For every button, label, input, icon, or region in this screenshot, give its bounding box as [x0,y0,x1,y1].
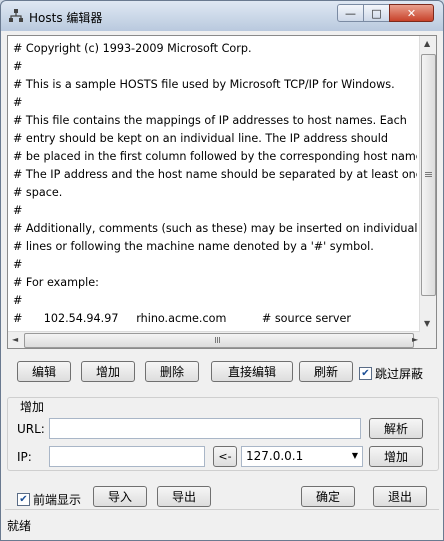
hosts-line[interactable]: # The IP address and the host name shoul… [13,166,417,184]
minimize-button[interactable]: — [337,4,364,22]
parse-button[interactable]: 解析 [369,418,423,439]
hosts-line[interactable]: # be placed in the first column followed… [13,148,417,166]
horizontal-scroll-thumb[interactable] [24,333,414,348]
copy-ip-button[interactable]: <- [213,446,237,467]
url-input[interactable] [49,418,361,439]
import-button[interactable]: 导入 [93,486,147,507]
maximize-button[interactable]: □ [363,4,390,22]
scroll-corner [420,332,436,348]
hosts-line[interactable]: # entry should be kept on an individual … [13,130,417,148]
delete-button[interactable]: 删除 [145,361,199,382]
add-entry-button[interactable]: 增加 [81,361,135,382]
skip-screen-checkbox[interactable]: ✔ 跳过屏蔽 [359,365,423,382]
scroll-up-icon[interactable]: ▲ [424,39,430,48]
status-bar: 就绪 [5,509,439,539]
check-icon[interactable]: ✔ [359,367,372,380]
hosts-line[interactable]: # lines or following the machine name de… [13,238,417,256]
horizontal-scrollbar[interactable]: ◄ ► [8,331,420,348]
hosts-line[interactable]: # [13,202,417,220]
skip-screen-label: 跳过屏蔽 [375,367,424,381]
scroll-right-icon[interactable]: ► [412,335,418,344]
title-bar[interactable]: Hosts 编辑器 — □ ✕ [1,1,443,31]
hosts-text-content[interactable]: # Copyright (c) 1993-2009 Microsoft Corp… [13,40,417,330]
scroll-left-icon[interactable]: ◄ [12,335,18,344]
hosts-text-editor[interactable]: # Copyright (c) 1993-2009 Microsoft Corp… [7,35,437,349]
vertical-scrollbar[interactable]: ▲ ▼ [419,36,436,332]
hosts-line[interactable]: # 102.54.94.97 rhino.acme.com # source s… [13,310,417,328]
vertical-scroll-thumb[interactable] [421,54,436,296]
status-text: 就绪 [7,519,32,533]
hosts-line[interactable]: # [13,58,417,76]
hosts-line[interactable]: # For example: [13,274,417,292]
refresh-button[interactable]: 刷新 [299,361,353,382]
check-icon[interactable]: ✔ [17,493,30,506]
add-group-title: 增加 [19,398,46,415]
ok-button[interactable]: 确定 [301,486,355,507]
hosts-line[interactable]: # [13,292,417,310]
topmost-label: 前端显示 [33,493,82,507]
direct-edit-button[interactable]: 直接编辑 [211,361,293,382]
ip-select-value: 127.0.0.1 [246,449,304,463]
hosts-line[interactable]: # This file contains the mappings of IP … [13,112,417,130]
ip-input[interactable] [49,446,205,467]
topmost-checkbox[interactable]: ✔ 前端显示 [17,491,81,508]
scroll-down-icon[interactable]: ▼ [424,319,430,328]
ip-select[interactable]: 127.0.0.1 ▼ [241,446,363,467]
url-label: URL: [17,422,45,436]
edit-button[interactable]: 编辑 [17,361,71,382]
hosts-line[interactable]: # This is a sample HOSTS file used by Mi… [13,76,417,94]
add-host-button[interactable]: 增加 [369,446,423,467]
ip-label: IP: [17,450,32,464]
hosts-line[interactable]: # Copyright (c) 1993-2009 Microsoft Corp… [13,40,417,58]
window-title: Hosts 编辑器 [29,11,103,25]
hosts-line[interactable]: # 38.25.63.10 x.acme.com # x client host [13,328,417,330]
network-tree-icon [9,9,23,22]
client-area: # Copyright (c) 1993-2009 Microsoft Corp… [5,31,439,539]
hosts-line[interactable]: # [13,256,417,274]
hosts-line[interactable]: # space. [13,184,417,202]
exit-button[interactable]: 退出 [373,486,427,507]
close-button[interactable]: ✕ [389,4,434,22]
hosts-line[interactable]: # Additionally, comments (such as these)… [13,220,417,238]
chevron-down-icon[interactable]: ▼ [352,451,358,460]
export-button[interactable]: 导出 [157,486,211,507]
hosts-line[interactable]: # [13,94,417,112]
hosts-editor-window: Hosts 编辑器 — □ ✕ # Copyright (c) 1993-200… [0,0,444,541]
